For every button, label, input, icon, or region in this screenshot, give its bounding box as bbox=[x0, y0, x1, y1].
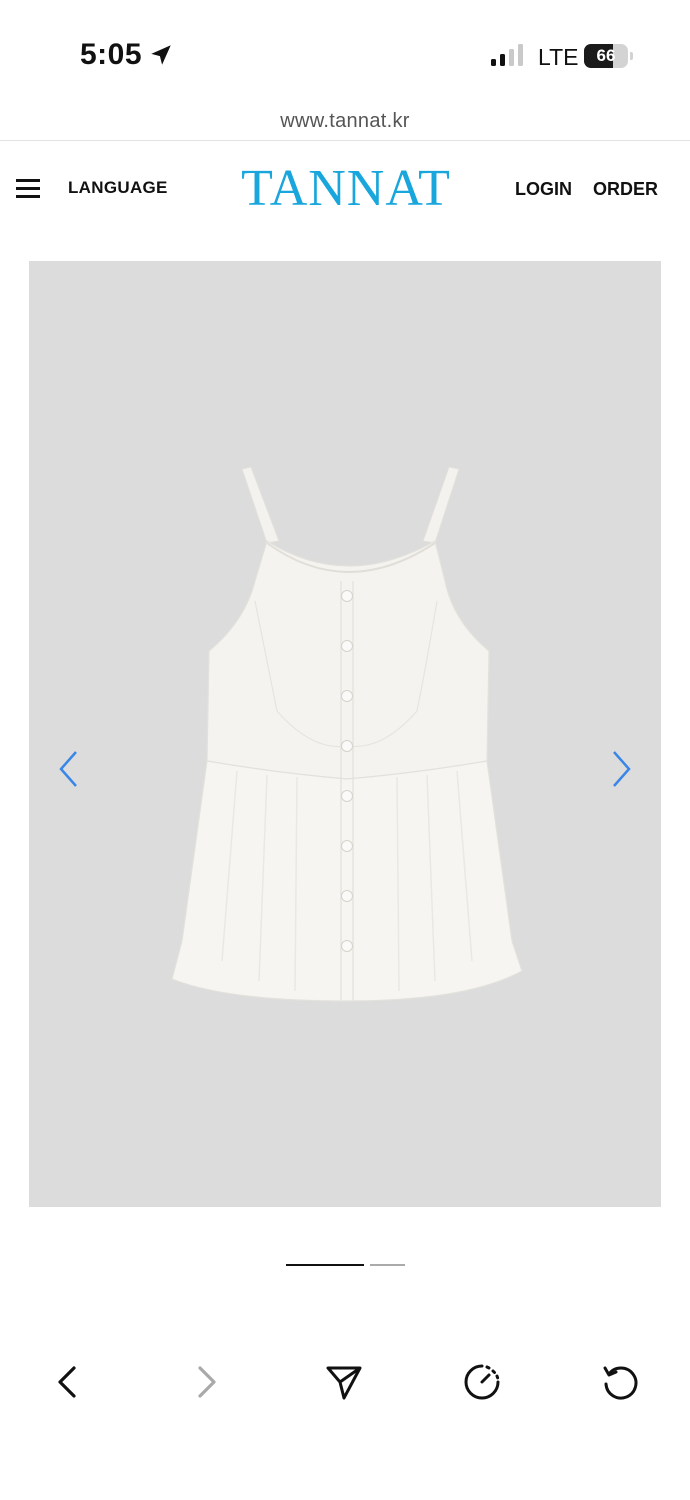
url-text[interactable]: www.tannat.kr bbox=[0, 110, 690, 133]
gallery-pager bbox=[286, 1264, 406, 1268]
pager-indicator[interactable] bbox=[370, 1264, 405, 1266]
pager-indicator-active[interactable] bbox=[286, 1264, 364, 1266]
order-link[interactable]: ORDER bbox=[593, 179, 658, 200]
address-bar[interactable]: www.tannat.kr bbox=[0, 100, 690, 141]
share-icon[interactable] bbox=[324, 1362, 364, 1402]
brand-logo[interactable]: TANNAT bbox=[228, 159, 464, 219]
gallery-next-arrow-icon[interactable] bbox=[609, 749, 633, 789]
product-gallery[interactable] bbox=[29, 261, 661, 1207]
forward-icon[interactable] bbox=[186, 1362, 226, 1402]
site-header: LANGUAGE TANNAT LOGIN ORDER bbox=[0, 141, 690, 241]
cellular-signal-icon bbox=[491, 44, 523, 66]
product-image bbox=[171, 466, 523, 1002]
timer-icon[interactable] bbox=[462, 1362, 502, 1402]
hamburger-menu-icon[interactable] bbox=[16, 179, 40, 199]
back-icon[interactable] bbox=[48, 1362, 88, 1402]
battery-icon: 66 bbox=[584, 44, 634, 68]
language-link[interactable]: LANGUAGE bbox=[68, 178, 168, 198]
gallery-prev-arrow-icon[interactable] bbox=[57, 749, 81, 789]
reload-icon[interactable] bbox=[600, 1362, 640, 1402]
location-arrow-icon bbox=[151, 45, 171, 65]
status-bar: 5:05 LTE 66 bbox=[0, 0, 690, 100]
login-link[interactable]: LOGIN bbox=[515, 179, 572, 200]
battery-level: 66 bbox=[596, 46, 616, 65]
browser-toolbar bbox=[0, 1340, 690, 1430]
network-type: LTE bbox=[538, 44, 579, 70]
status-time: 5:05 bbox=[80, 38, 143, 71]
